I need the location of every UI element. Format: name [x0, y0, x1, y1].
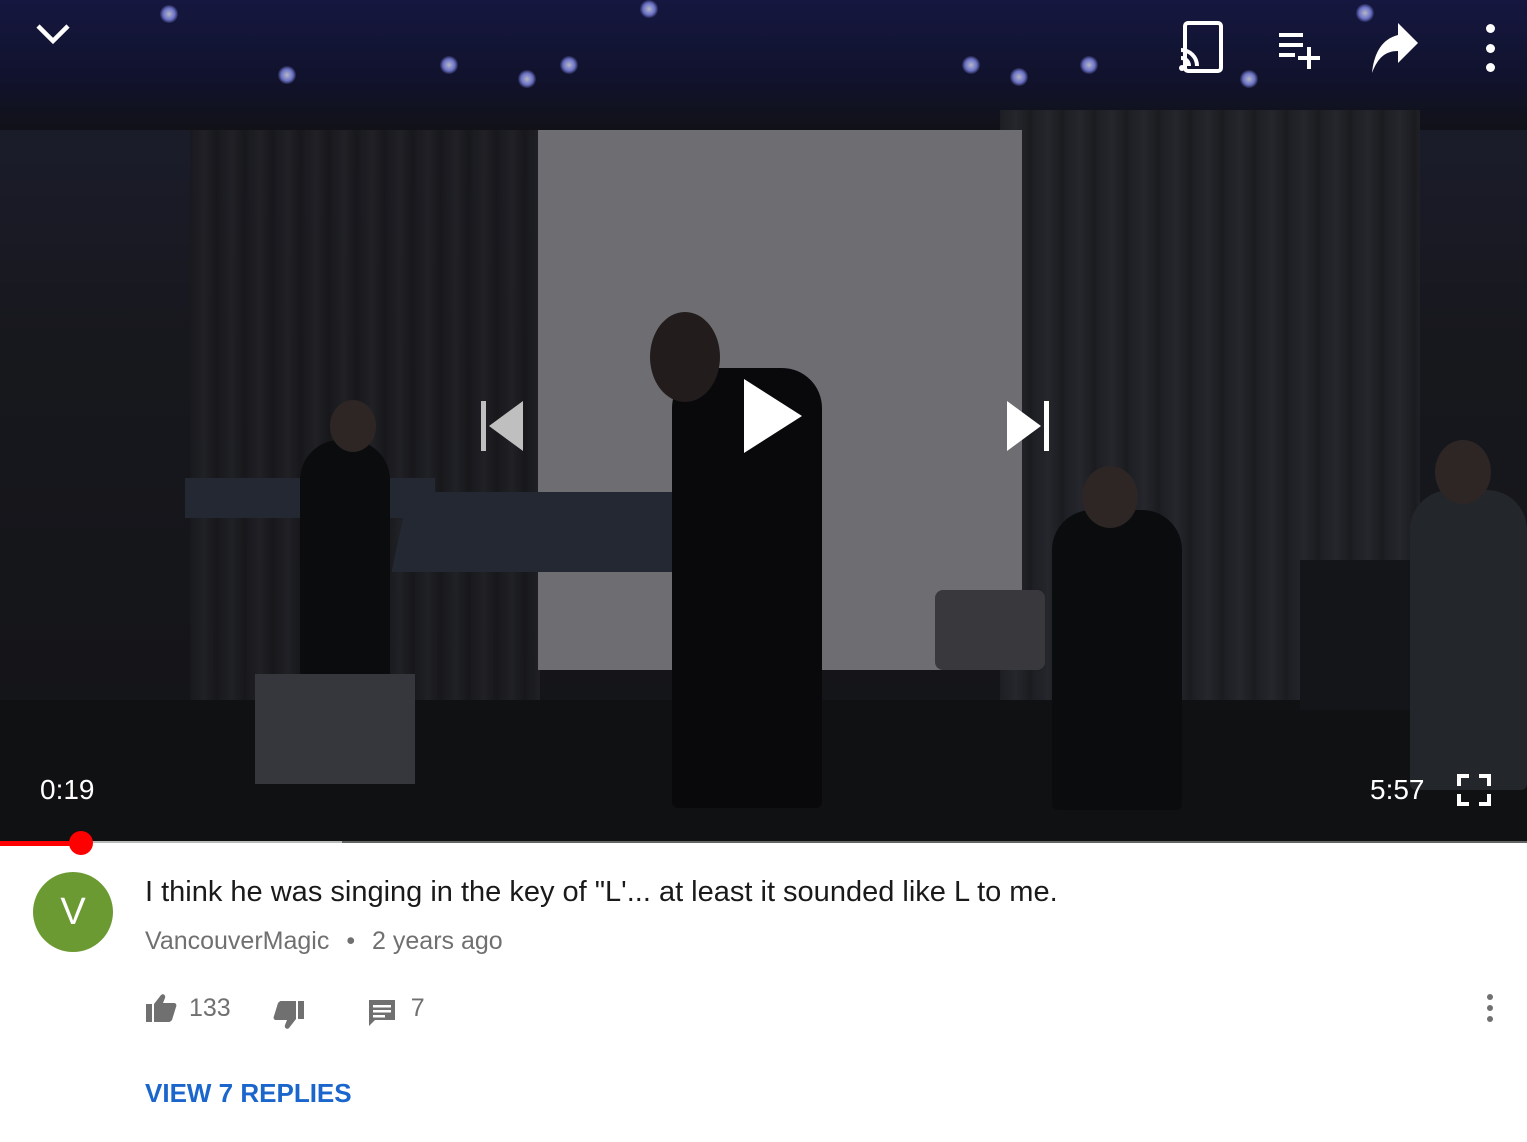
comment-actions: 133 7 — [145, 988, 425, 1030]
progress-scrubber[interactable] — [68, 831, 93, 855]
progress-bar[interactable] — [0, 841, 1527, 846]
share-icon[interactable] — [1368, 18, 1422, 76]
thumbs-up-icon[interactable] — [145, 993, 177, 1023]
reply-icon[interactable] — [367, 998, 397, 1028]
thumbs-down-icon[interactable] — [273, 1000, 305, 1030]
play-icon[interactable] — [738, 376, 806, 456]
meta-separator: • — [346, 927, 356, 955]
duration: 5:57 — [1370, 774, 1425, 805]
video-player[interactable]: 0:19 5:57 — [0, 0, 1527, 843]
avatar[interactable]: V — [33, 872, 113, 952]
previous-icon[interactable] — [478, 398, 526, 454]
comment-meta: VancouverMagic • 2 years ago — [145, 927, 503, 956]
comment-time: 2 years ago — [372, 927, 503, 955]
more-vert-icon[interactable] — [1474, 20, 1506, 76]
next-icon[interactable] — [1004, 398, 1052, 454]
cast-icon[interactable] — [1174, 18, 1228, 76]
current-time: 0:19 — [40, 774, 95, 805]
view-replies-link[interactable]: VIEW 7 REPLIES — [145, 1078, 352, 1109]
comment-text: I think he was singing in the key of "L'… — [145, 876, 1058, 908]
reply-count: 7 — [410, 993, 425, 1022]
add-to-queue-icon[interactable] — [1276, 28, 1322, 72]
comment-author[interactable]: VancouverMagic — [145, 927, 329, 955]
chevron-down-icon[interactable] — [30, 14, 76, 54]
avatar-letter: V — [60, 890, 86, 933]
comment-more-icon[interactable] — [1478, 990, 1502, 1026]
like-count: 133 — [189, 993, 231, 1022]
fullscreen-icon[interactable] — [1454, 772, 1494, 808]
